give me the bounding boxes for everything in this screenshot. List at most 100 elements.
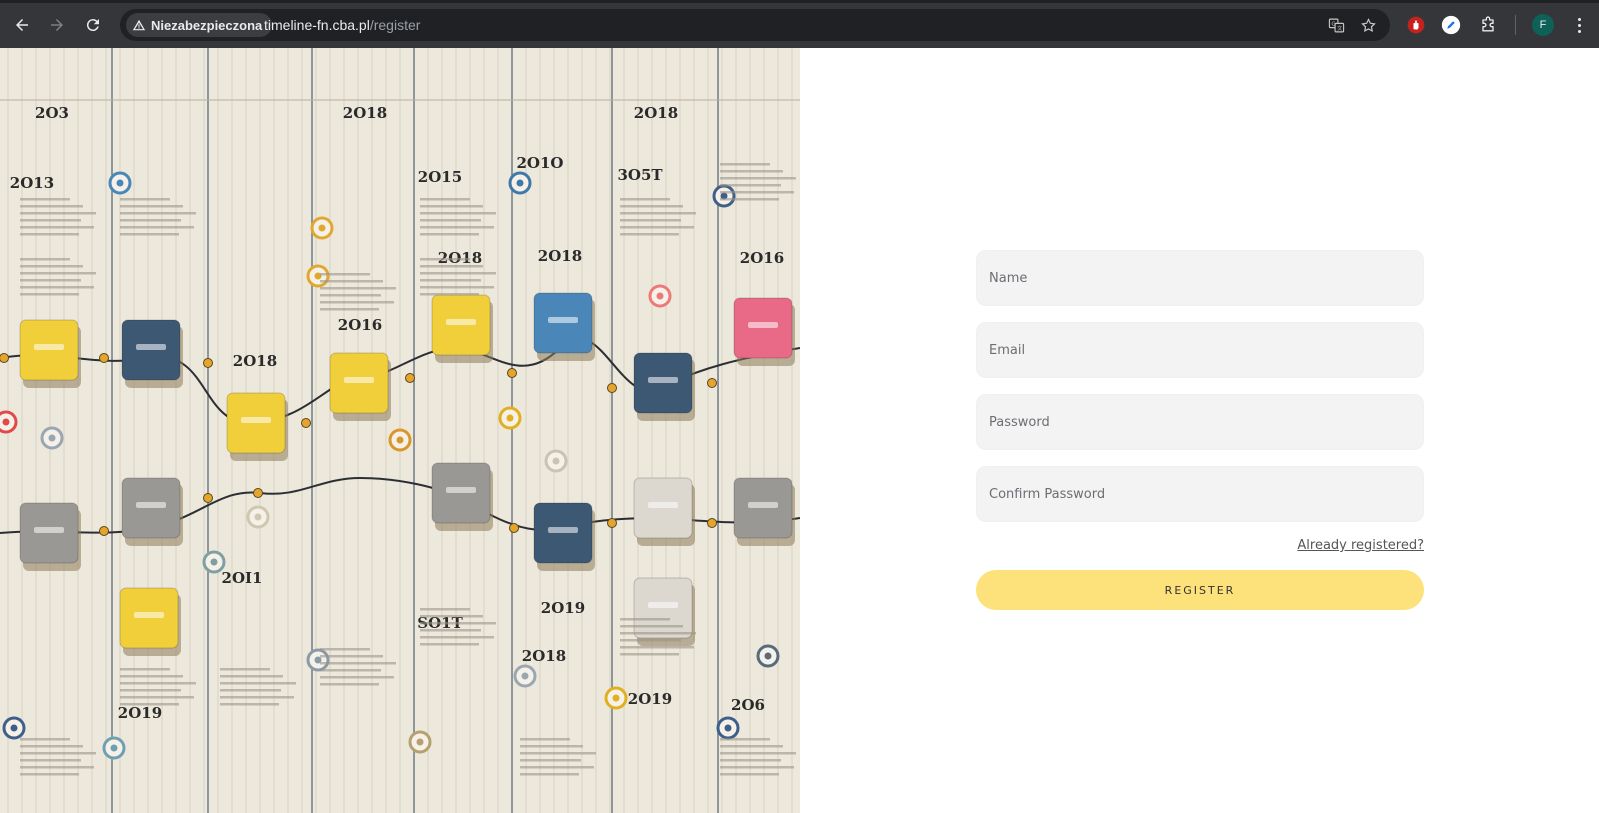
text-scribble [20, 226, 94, 229]
year-label: 2O18 [538, 247, 582, 265]
profile-avatar[interactable]: F [1532, 14, 1554, 36]
junction-dot [301, 418, 311, 428]
text-scribble [620, 653, 679, 656]
year-label: 2O3 [35, 104, 69, 122]
text-scribble [320, 287, 396, 290]
timeline-node-dot [48, 434, 56, 442]
address-bar[interactable]: Niezabezpieczona timeline-fn.cba.pl/regi… [120, 9, 1390, 41]
extension-button-hand[interactable] [1404, 13, 1428, 37]
arrow-right-icon [51, 19, 63, 31]
toolbar-divider [1515, 15, 1516, 35]
text-scribble [420, 622, 496, 625]
forward-button[interactable] [43, 11, 71, 39]
text-scribble [320, 683, 379, 686]
text-scribble [420, 233, 479, 236]
register-button[interactable]: REGISTER [976, 570, 1424, 610]
text-scribble [120, 219, 181, 222]
text-scribble [320, 662, 396, 665]
text-scribble [320, 280, 383, 283]
text-scribble [520, 766, 594, 769]
browser-menu-button[interactable] [1571, 14, 1587, 36]
card-label-bar [748, 322, 778, 328]
card-label-bar [344, 377, 374, 383]
security-chip[interactable]: Niezabezpieczona [126, 13, 273, 37]
text-scribble [420, 636, 494, 639]
text-scribble [720, 170, 783, 173]
password-field[interactable] [976, 394, 1424, 450]
text-scribble [420, 205, 483, 208]
extensions-button[interactable] [1476, 13, 1500, 37]
timeline-node-dot [116, 179, 124, 187]
junction-dot [99, 526, 109, 536]
text-scribble [120, 226, 194, 229]
text-scribble [720, 752, 796, 755]
text-scribble [620, 233, 679, 236]
warning-icon [132, 19, 146, 31]
email-field[interactable] [976, 322, 1424, 378]
text-scribble [420, 219, 481, 222]
text-scribble [220, 689, 281, 692]
text-scribble [20, 233, 79, 236]
year-label: 2O18 [343, 104, 387, 122]
junction-dot [203, 358, 213, 368]
year-label: 2O19 [118, 704, 162, 722]
text-scribble [420, 226, 494, 229]
text-scribble [320, 669, 381, 672]
text-scribble [620, 212, 696, 215]
text-scribble [20, 773, 79, 776]
text-scribble [420, 643, 479, 646]
hero-illustration: 2O3 2O18 2O18 2O13 2O1O 3O5T 2O15 2O18 2O18 2O16 2… [0, 48, 800, 813]
text-scribble [220, 696, 294, 699]
already-registered-link[interactable]: Already registered? [976, 538, 1424, 553]
text-scribble [120, 198, 170, 201]
timeline-node-dot [612, 694, 620, 702]
name-field[interactable] [976, 250, 1424, 306]
password-input[interactable] [977, 395, 1423, 449]
text-scribble [20, 738, 70, 741]
junction-dot [607, 383, 617, 393]
text-scribble [620, 226, 694, 229]
card-label-bar [241, 417, 271, 423]
text-scribble [620, 625, 683, 628]
year-label: 2O18 [233, 352, 277, 370]
card-label-bar [34, 344, 64, 350]
text-scribble [720, 766, 794, 769]
security-label: Niezabezpieczona [151, 17, 263, 33]
card-label-bar [748, 502, 778, 508]
junction-dot [707, 518, 717, 528]
email-input[interactable] [977, 323, 1423, 377]
text-scribble [420, 258, 470, 261]
reload-button[interactable] [79, 11, 107, 39]
timeline-illustration: 2O3 2O18 2O18 2O13 2O1O 3O5T 2O15 2O18 2O18 2O16 2… [0, 48, 800, 813]
timeline-node-dot [516, 179, 524, 187]
text-scribble [20, 286, 94, 289]
junction-dot [509, 523, 519, 533]
text-scribble [620, 646, 694, 649]
timeline-node-dot [724, 724, 732, 732]
junction-dot [99, 353, 109, 363]
junction-dot [203, 493, 213, 503]
extension-button-pen[interactable] [1439, 13, 1463, 37]
text-scribble [420, 608, 470, 611]
text-scribble [20, 272, 96, 275]
url-path: /register [369, 17, 421, 33]
back-button[interactable] [8, 11, 36, 39]
translate-button[interactable]: G文 [1326, 15, 1346, 35]
bookmark-star-button[interactable] [1358, 15, 1378, 35]
text-scribble [20, 752, 96, 755]
text-scribble [20, 212, 96, 215]
text-scribble [120, 668, 170, 671]
text-scribble [20, 198, 70, 201]
text-scribble [720, 759, 781, 762]
year-label: 3O5T [617, 166, 663, 184]
year-label: 2O16 [338, 316, 382, 334]
text-scribble [720, 738, 770, 741]
confirm-password-input[interactable] [977, 467, 1423, 521]
text-scribble [20, 265, 83, 268]
junction-dot [507, 368, 517, 378]
star-icon [1360, 17, 1376, 32]
url-text[interactable]: timeline-fn.cba.pl/register [264, 17, 420, 33]
confirm-password-field[interactable] [976, 466, 1424, 522]
text-scribble [120, 233, 179, 236]
name-input[interactable] [977, 251, 1423, 305]
